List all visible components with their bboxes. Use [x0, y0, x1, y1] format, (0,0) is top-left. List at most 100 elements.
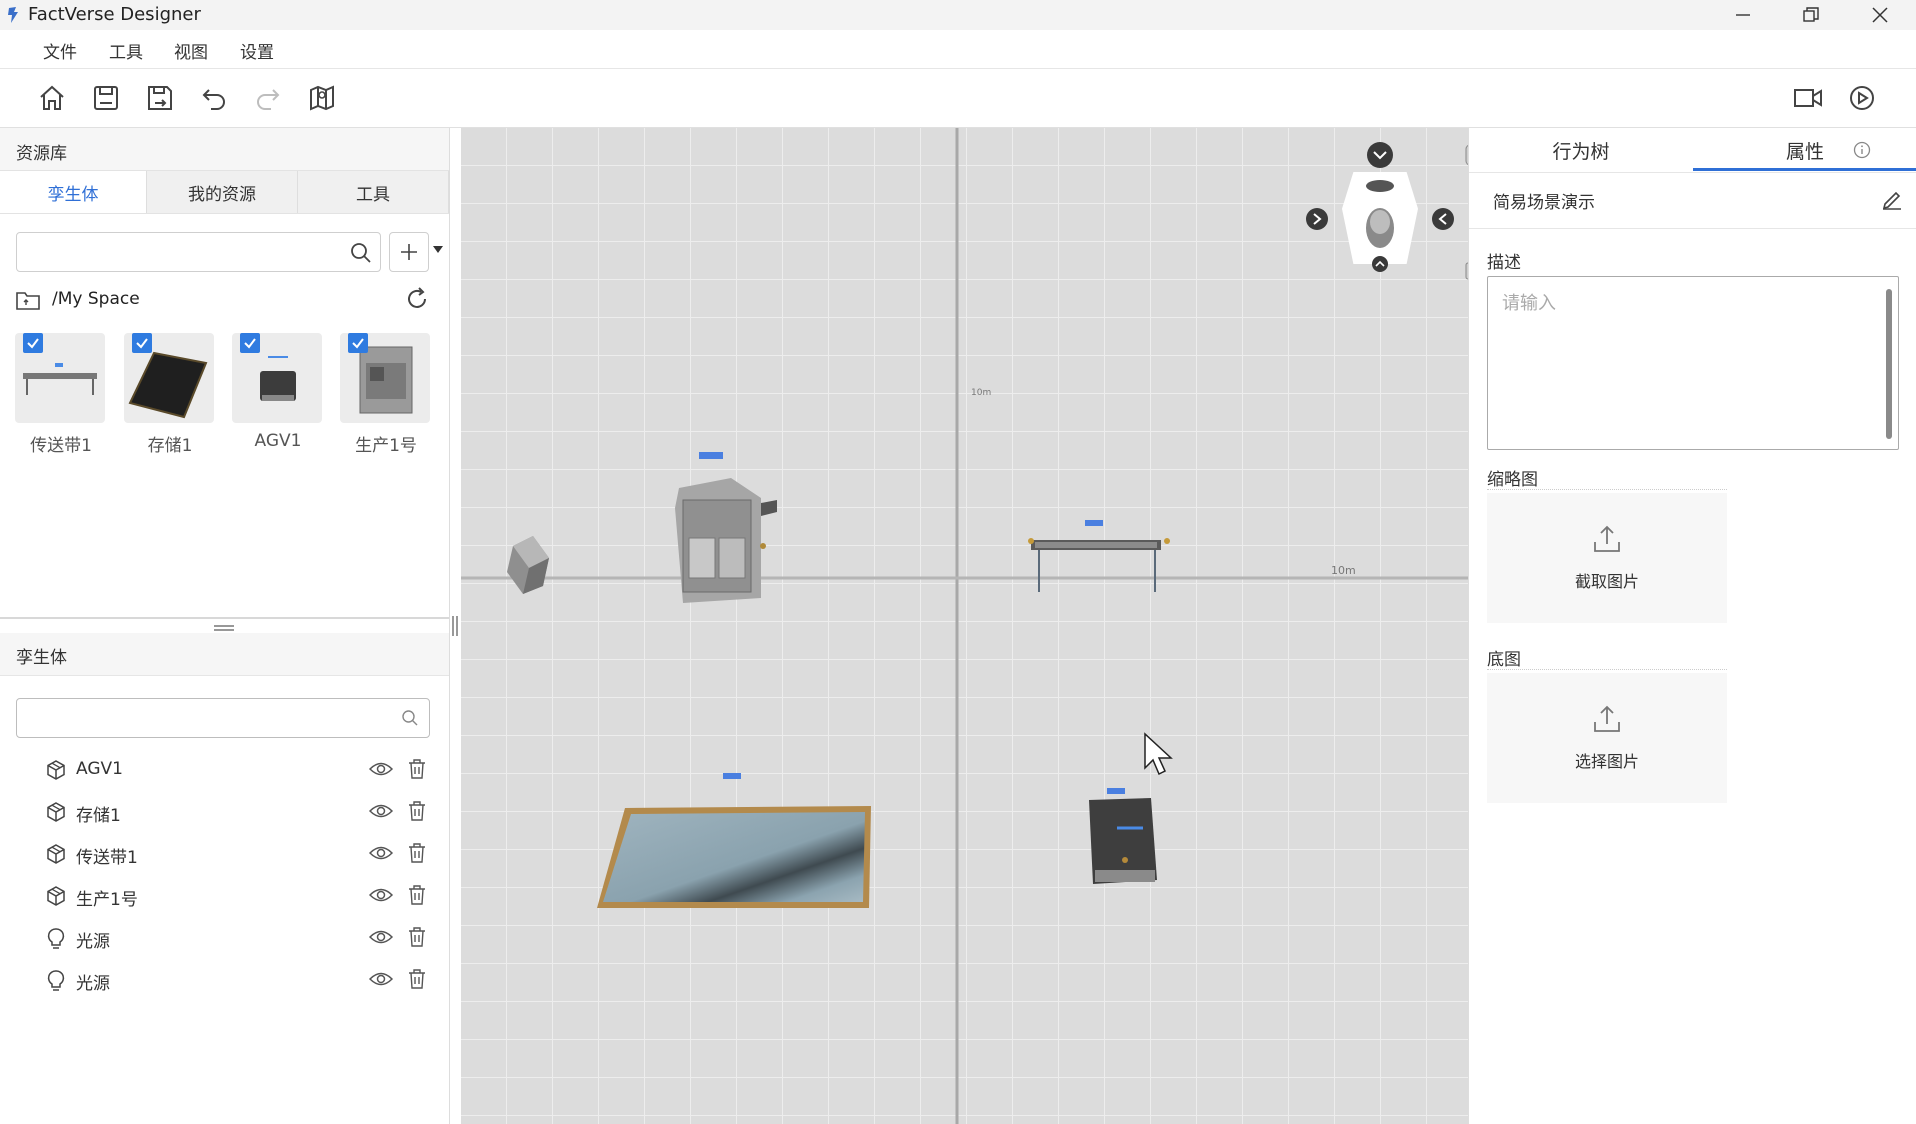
undo-button[interactable]	[198, 82, 230, 114]
library-search-input[interactable]	[25, 233, 349, 271]
play-button[interactable]	[1846, 82, 1878, 114]
save-as-button[interactable]	[144, 82, 176, 114]
home-button[interactable]	[36, 82, 68, 114]
chevron-down-icon	[1373, 151, 1387, 160]
camera-button[interactable]	[1792, 82, 1824, 114]
edit-icon[interactable]	[1881, 188, 1903, 210]
view-left-button[interactable]	[1432, 208, 1454, 230]
asset-label: 传送带1	[30, 436, 92, 456]
restore-button[interactable]	[1781, 0, 1841, 30]
asset-checkbox[interactable]	[240, 333, 260, 353]
asset-card[interactable]: 存储1	[124, 333, 216, 456]
tree-item[interactable]: 存储1	[46, 798, 436, 828]
check-icon	[27, 338, 39, 349]
library-header: 资源库	[0, 128, 449, 170]
plus-icon	[401, 244, 417, 260]
splitter-grip-icon[interactable]	[214, 624, 234, 632]
tab-behavior-tree[interactable]: 行为树	[1469, 128, 1693, 172]
path-row: /My Space	[16, 286, 436, 316]
search-icon[interactable]	[401, 709, 419, 727]
cube-icon	[46, 886, 66, 910]
close-button[interactable]	[1850, 0, 1910, 30]
menu-file[interactable]: 文件	[43, 38, 77, 63]
head-gizmo-icon	[1366, 180, 1394, 248]
view-cube[interactable]	[1342, 172, 1418, 264]
cube-icon	[46, 760, 66, 784]
divider	[1487, 489, 1727, 490]
description-label: 描述	[1487, 253, 1521, 273]
trash-icon[interactable]	[408, 759, 426, 783]
capture-image-button[interactable]: 截取图片	[1487, 493, 1727, 623]
scene-name-row: 简易场景演示	[1469, 172, 1916, 229]
trash-icon[interactable]	[408, 843, 426, 867]
save-icon	[94, 86, 118, 110]
asset-card[interactable]: AGV1	[232, 333, 324, 451]
select-image-button[interactable]: 选择图片	[1487, 673, 1727, 803]
tree-item[interactable]: 光源	[46, 924, 436, 954]
tab-tools[interactable]: 工具	[298, 171, 449, 213]
asset-checkbox[interactable]	[23, 333, 43, 353]
eye-icon[interactable]	[368, 971, 394, 991]
view-down-button[interactable]	[1367, 142, 1393, 168]
undo-icon	[202, 89, 225, 110]
tab-properties[interactable]: 属性	[1693, 128, 1916, 172]
chevron-up-icon	[1375, 260, 1385, 267]
eye-icon[interactable]	[368, 887, 394, 907]
info-icon[interactable]	[1853, 141, 1871, 159]
description-input[interactable]	[1500, 287, 1874, 441]
asset-checkbox[interactable]	[132, 333, 152, 353]
eye-icon[interactable]	[368, 803, 394, 823]
check-icon	[352, 338, 364, 349]
eye-icon[interactable]	[368, 929, 394, 949]
cube-icon	[46, 802, 66, 826]
scene-canvas[interactable]: 10m 10m	[461, 128, 1468, 1124]
eye-icon[interactable]	[368, 761, 394, 781]
twin-search-input[interactable]	[25, 699, 389, 737]
description-box	[1487, 276, 1899, 450]
trash-icon[interactable]	[408, 801, 426, 825]
upload-icon	[1594, 705, 1620, 732]
minimize-button[interactable]	[1713, 0, 1773, 30]
vertical-splitter-grip[interactable]	[452, 616, 458, 636]
add-dropdown-caret-icon[interactable]	[433, 246, 443, 253]
refresh-icon[interactable]	[404, 286, 430, 312]
asset-card[interactable]: 传送带1	[15, 333, 107, 456]
scene-viewport[interactable]: 10m 10m	[461, 128, 1468, 1124]
asset-label: 生产1号	[355, 436, 417, 456]
eye-icon[interactable]	[368, 845, 394, 865]
save-button[interactable]	[90, 82, 122, 114]
trash-icon[interactable]	[408, 927, 426, 951]
panel-splitter[interactable]	[0, 617, 449, 619]
tree-item[interactable]: 光源	[46, 966, 436, 996]
tree-item[interactable]: AGV1	[46, 756, 436, 786]
twin-search-box	[16, 698, 430, 738]
map-button[interactable]	[306, 82, 338, 114]
left-panel: 资源库 孪生体 我的资源 工具 /My Space 传送带1 存储1 AGV1 …	[0, 128, 450, 1124]
library-tabs: 孪生体 我的资源 工具	[0, 170, 449, 214]
save-as-icon	[148, 86, 172, 110]
asset-label: AGV1	[254, 431, 302, 451]
asset-checkbox[interactable]	[348, 333, 368, 353]
add-resource-button[interactable]	[389, 232, 429, 272]
tab-twins[interactable]: 孪生体	[0, 171, 147, 213]
trash-icon[interactable]	[408, 969, 426, 993]
trash-icon[interactable]	[408, 885, 426, 909]
tab-my-resources[interactable]: 我的资源	[147, 171, 298, 213]
menu-settings[interactable]: 设置	[240, 38, 274, 63]
menu-view[interactable]: 视图	[174, 38, 208, 63]
chevron-left-icon	[1438, 213, 1447, 225]
tree-item[interactable]: 传送带1	[46, 840, 436, 870]
asset-label: 存储1	[147, 436, 193, 456]
path-text: /My Space	[52, 289, 140, 309]
app-title: FactVerse Designer	[28, 4, 201, 25]
description-scrollbar[interactable]	[1886, 289, 1892, 439]
menu-tools[interactable]: 工具	[109, 38, 143, 63]
tree-item[interactable]: 生产1号	[46, 882, 436, 912]
view-up-button[interactable]	[1372, 256, 1388, 272]
view-right-button[interactable]	[1306, 208, 1328, 230]
agv-object[interactable]	[1089, 788, 1157, 884]
app-logo-icon	[8, 7, 18, 23]
redo-button[interactable]	[252, 82, 284, 114]
asset-card[interactable]: 生产1号	[340, 333, 432, 456]
search-icon[interactable]	[350, 242, 372, 264]
